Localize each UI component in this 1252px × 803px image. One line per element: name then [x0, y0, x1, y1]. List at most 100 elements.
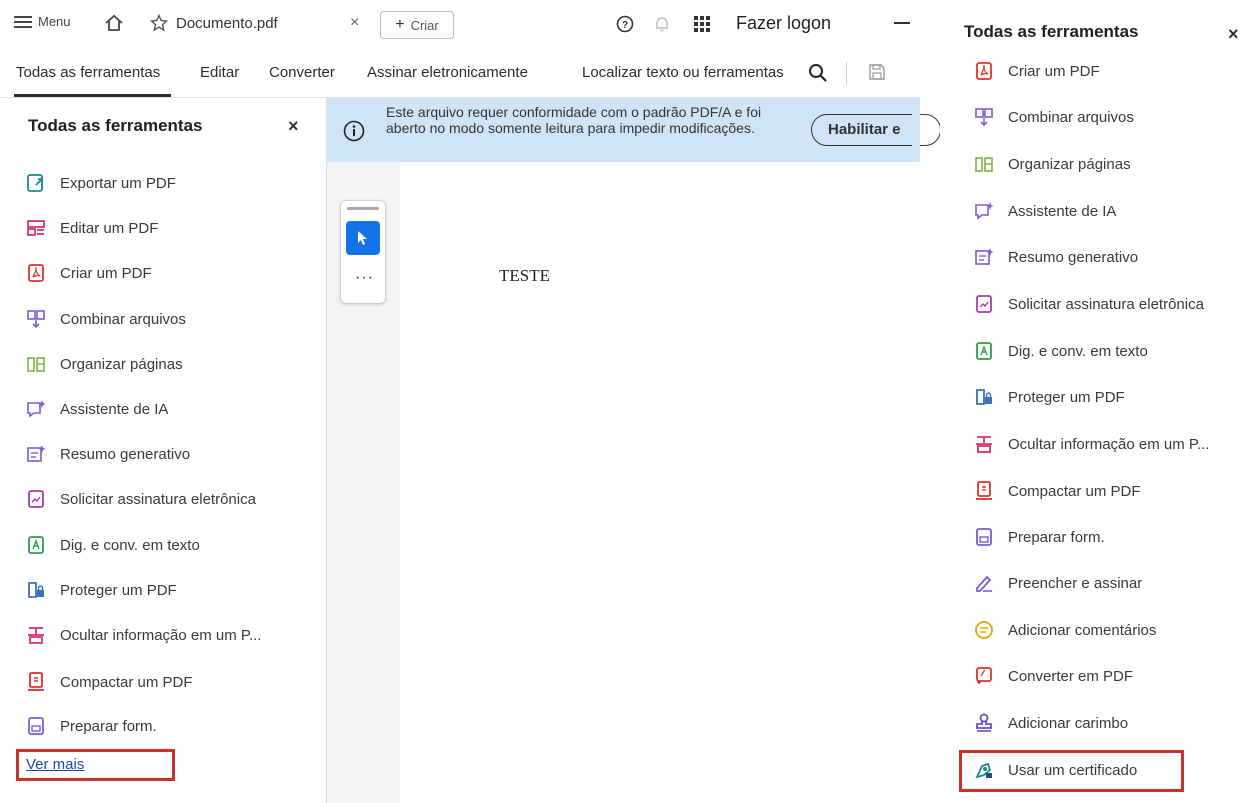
redact-icon	[974, 434, 994, 454]
tool-label: Preencher e assinar	[1008, 574, 1143, 592]
select-tool-button[interactable]	[346, 221, 380, 255]
tool-label: Preparar form.	[1008, 528, 1105, 546]
export-pdf-icon	[26, 173, 46, 193]
tool-protect-pdf[interactable]: Proteger um PDF	[974, 382, 1125, 412]
banner-message: Este arquivo requer conformidade com o p…	[386, 104, 762, 136]
tool-fill-sign[interactable]: Preencher e assinar	[974, 568, 1142, 598]
combine-files-icon	[974, 107, 994, 127]
menu-button[interactable]: Menu	[14, 14, 71, 29]
request-esign-icon	[26, 489, 46, 509]
document-text: TESTE	[499, 266, 550, 285]
enable-edit-label: Habilitar e	[828, 121, 901, 138]
tool-export-pdf[interactable]: Exportar um PDF	[26, 168, 176, 198]
tool-label: Assistente de IA	[1008, 202, 1117, 220]
tool-combine-files[interactable]: Combinar arquivos	[974, 102, 1134, 132]
tool-scan-ocr[interactable]: Dig. e conv. em texto	[26, 530, 200, 560]
tool-label: Proteger um PDF	[60, 581, 177, 599]
compress-pdf-icon	[974, 481, 994, 501]
find-text-tools[interactable]: Localizar texto ou ferramentas	[582, 64, 784, 81]
tool-compress-pdf[interactable]: Compactar um PDF	[974, 476, 1141, 506]
tool-request-esign[interactable]: Solicitar assinatura eletrônica	[974, 289, 1204, 319]
quick-tools-palette: ···	[340, 200, 386, 304]
tool-organize-pages[interactable]: Organizar páginas	[26, 349, 183, 379]
generative-summary-icon	[26, 444, 46, 464]
scan-ocr-icon	[26, 535, 46, 555]
tool-label: Proteger um PDF	[1008, 388, 1125, 406]
save-icon[interactable]	[868, 63, 886, 81]
add-comments-icon	[974, 620, 994, 640]
tool-scan-ocr[interactable]: Dig. e conv. em texto	[974, 336, 1148, 366]
enable-edit-button[interactable]: Habilitar e	[811, 114, 941, 146]
tool-protect-pdf[interactable]: Proteger um PDF	[26, 575, 177, 605]
tool-combine-files[interactable]: Combinar arquivos	[26, 304, 186, 334]
pdfa-banner: Este arquivo requer conformidade com o p…	[327, 98, 941, 162]
more-tools-icon[interactable]: ···	[355, 269, 374, 287]
tool-create-pdf[interactable]: Criar um PDF	[974, 56, 1100, 86]
scan-ocr-icon	[974, 341, 994, 361]
tool-compress-pdf[interactable]: Compactar um PDF	[26, 667, 193, 697]
minimize-icon[interactable]	[894, 22, 910, 24]
tab-title: Documento.pdf	[176, 14, 278, 32]
panel-title: Todas as ferramentas	[28, 116, 203, 135]
tool-label: Ocultar informação em um P...	[60, 626, 262, 644]
protect-pdf-icon	[974, 387, 994, 407]
tool-label: Ocultar informação em um P...	[1008, 435, 1210, 453]
tool-label: Editar um PDF	[60, 219, 159, 237]
convert-to-pdf-icon	[974, 666, 994, 686]
create-button[interactable]: + Criar	[380, 11, 454, 39]
info-icon	[343, 120, 365, 142]
search-icon[interactable]	[808, 63, 828, 83]
star-icon[interactable]	[150, 14, 168, 32]
menu-label: Menu	[38, 14, 71, 29]
highlight-box	[959, 750, 1184, 792]
apps-grid-icon[interactable]	[694, 16, 710, 32]
home-icon[interactable]	[104, 14, 124, 32]
banner-clip	[912, 98, 920, 162]
drag-handle[interactable]	[347, 207, 379, 210]
close-panel-icon[interactable]: ×	[1228, 24, 1239, 45]
tab-esign[interactable]: Assinar eletronicamente	[367, 64, 528, 81]
main-toolbar: Todas as ferramentas Editar Converter As…	[0, 48, 920, 98]
tool-organize-pages[interactable]: Organizar páginas	[974, 149, 1131, 179]
tool-convert-to-pdf[interactable]: Converter em PDF	[974, 661, 1133, 691]
tool-add-stamp[interactable]: Adicionar carimbo	[974, 708, 1128, 738]
tool-add-comments[interactable]: Adicionar comentários	[974, 615, 1156, 645]
tool-label: Compactar um PDF	[1008, 482, 1141, 500]
tab-all-tools[interactable]: Todas as ferramentas	[16, 64, 160, 81]
tool-label: Solicitar assinatura eletrônica	[60, 490, 256, 508]
tool-label: Criar um PDF	[60, 264, 152, 282]
tab-convert[interactable]: Converter	[269, 64, 335, 81]
tool-redact[interactable]: Ocultar informação em um P...	[974, 429, 1209, 459]
redact-icon	[26, 625, 46, 645]
help-icon[interactable]: ?	[616, 15, 634, 33]
tool-ai-assistant[interactable]: Assistente de IA	[974, 196, 1116, 226]
tool-redact[interactable]: Ocultar informação em um P...	[26, 620, 261, 650]
tool-prepare-form[interactable]: Preparar form.	[26, 711, 157, 741]
tool-prepare-form[interactable]: Preparar form.	[974, 522, 1105, 552]
tab-edit[interactable]: Editar	[200, 64, 239, 81]
tool-label: Dig. e conv. em texto	[1008, 342, 1148, 360]
compress-pdf-icon	[26, 672, 46, 692]
notification-bell-icon[interactable]	[654, 15, 670, 33]
prepare-form-icon	[26, 716, 46, 736]
highlight-box	[16, 749, 175, 781]
tool-generative-summary[interactable]: Resumo generativo	[26, 439, 190, 469]
create-label: Criar	[410, 17, 439, 33]
tool-ai-assistant[interactable]: Assistente de IA	[26, 394, 168, 424]
toolbar-divider	[846, 62, 847, 84]
tool-label: Converter em PDF	[1008, 667, 1134, 685]
tool-request-esign[interactable]: Solicitar assinatura eletrônica	[26, 484, 256, 514]
tool-create-pdf[interactable]: Criar um PDF	[26, 258, 152, 288]
close-tab-icon[interactable]: ×	[350, 14, 359, 32]
tool-label: Exportar um PDF	[60, 174, 176, 192]
login-link[interactable]: Fazer logon	[736, 13, 831, 34]
create-pdf-icon	[26, 263, 46, 283]
tool-generative-summary[interactable]: Resumo generativo	[974, 242, 1138, 272]
tool-edit-pdf[interactable]: Editar um PDF	[26, 213, 158, 243]
cursor-arrow-icon	[356, 230, 370, 246]
hamburger-icon	[14, 15, 32, 29]
ai-assistant-icon	[974, 201, 994, 221]
document-tab[interactable]: Documento.pdf	[150, 14, 278, 32]
title-bar: Menu Documento.pdf × + Criar ? Fazer log…	[0, 0, 920, 48]
close-panel-icon[interactable]: ×	[288, 116, 299, 137]
